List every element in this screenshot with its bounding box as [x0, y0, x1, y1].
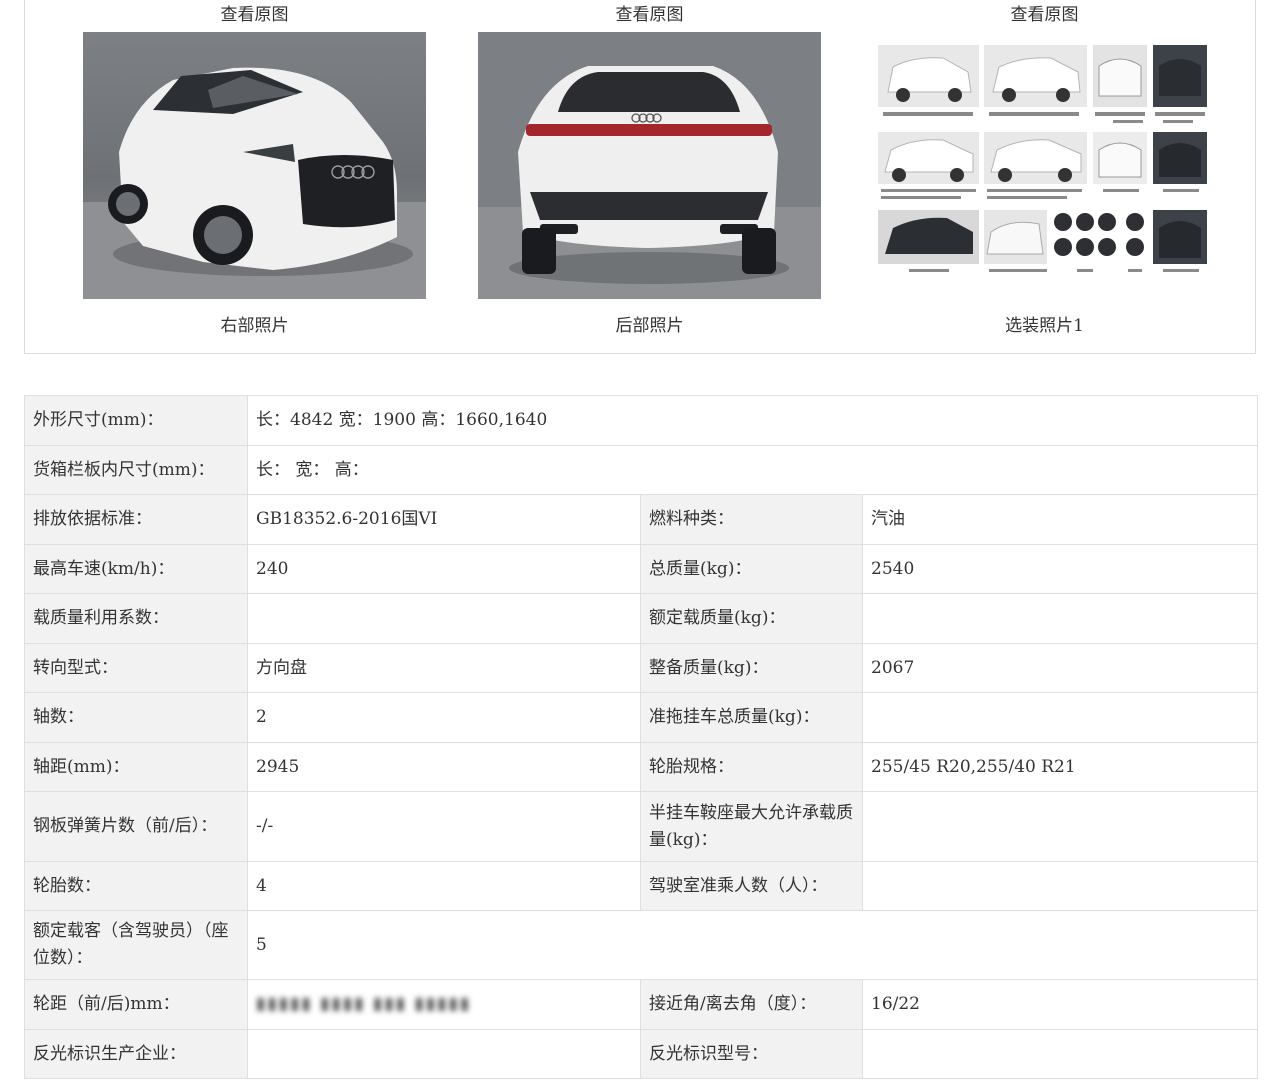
spec-table: 外形尺寸(mm)： 长：4842 宽：1900 高：1660,1640 货箱栏板…	[24, 395, 1259, 1079]
spec-row: 排放依据标准： GB18352.6-2016国VI 燃料种类： 汽油	[24, 494, 1259, 545]
spec-label: 接近角/离去角（度）：	[640, 979, 863, 1030]
spec-label: 额定载质量(kg)：	[640, 593, 863, 644]
optional-photos-collage[interactable]	[873, 32, 1216, 299]
spec-row-cargo-box: 货箱栏板内尺寸(mm)： 长： 宽： 高：	[24, 445, 1259, 495]
photo-column-optional: 查看原图 选装照片1	[873, 0, 1216, 338]
spec-label: 整备质量(kg)：	[640, 643, 863, 693]
spec-label: 轮距（前/后)mm：	[24, 979, 248, 1030]
spec-value	[247, 593, 641, 644]
spec-value: 2945	[247, 742, 641, 792]
photo-caption: 右部照片	[220, 316, 289, 336]
spec-label: 转向型式：	[24, 643, 248, 693]
spec-value	[861, 861, 1259, 911]
spec-value	[861, 593, 1259, 644]
spec-value: 4	[247, 861, 641, 911]
spec-label: 货箱栏板内尺寸(mm)：	[24, 445, 248, 495]
spec-value: 2540	[861, 544, 1259, 594]
spec-row-seats: 额定载客（含驾驶员）（座位数）： 5	[24, 910, 1259, 980]
spec-label: 轮胎数：	[24, 861, 248, 911]
view-original-link[interactable]: 查看原图	[478, 0, 821, 30]
spec-value	[861, 791, 1259, 862]
spec-label: 反光标识生产企业：	[24, 1029, 248, 1079]
spec-label: 总质量(kg)：	[640, 544, 863, 594]
photo-gallery: 查看原图 右部照片 查看原图 后部照片 查看原图 选装照片1	[24, 0, 1256, 354]
spec-value: 长： 宽： 高：	[246, 445, 1259, 495]
spec-label: 驾驶室准乘人数（人）：	[640, 861, 863, 911]
blurred-text: ▮▮▮▮▮ ▮▮▮▮ ▮▮▮ ▮▮▮▮▮	[256, 994, 472, 1014]
photo-column-right: 查看原图 右部照片	[83, 0, 426, 338]
view-original-link[interactable]: 查看原图	[873, 0, 1216, 30]
spec-label: 轮胎规格：	[640, 742, 863, 792]
spec-row: 载质量利用系数： 额定载质量(kg)：	[24, 593, 1259, 644]
photo-caption: 后部照片	[615, 316, 684, 336]
view-original-link[interactable]: 查看原图	[83, 0, 426, 30]
spec-label: 半挂车鞍座最大允许承载质量(kg)：	[640, 791, 863, 862]
spec-value	[861, 1029, 1259, 1079]
spec-row: 转向型式： 方向盘 整备质量(kg)： 2067	[24, 643, 1259, 693]
spec-row: 轮距（前/后)mm： ▮▮▮▮▮ ▮▮▮▮ ▮▮▮ ▮▮▮▮▮ 接近角/离去角（…	[24, 979, 1259, 1030]
spec-row: 轴数： 2 准拖挂车总质量(kg)：	[24, 692, 1259, 743]
spec-row-dimensions: 外形尺寸(mm)： 长：4842 宽：1900 高：1660,1640	[24, 395, 1259, 446]
spec-value: GB18352.6-2016国VI	[247, 494, 641, 545]
photo-caption: 选装照片1	[1005, 316, 1084, 336]
spec-label: 排放依据标准：	[24, 494, 248, 545]
spec-row: 钢板弹簧片数（前/后）： -/- 半挂车鞍座最大允许承载质量(kg)：	[24, 791, 1259, 862]
spec-label: 最高车速(km/h)：	[24, 544, 248, 594]
spec-value: 方向盘	[247, 643, 641, 693]
photo-column-rear: 查看原图 后部照片	[478, 0, 821, 338]
spec-label: 额定载客（含驾驶员）（座位数）：	[24, 910, 248, 980]
spec-label: 载质量利用系数：	[24, 593, 248, 644]
spec-value	[247, 1029, 641, 1079]
spec-label: 外形尺寸(mm)：	[24, 395, 248, 446]
spec-value	[861, 692, 1259, 743]
spec-label: 轴距(mm)：	[24, 742, 248, 792]
car-right-photo[interactable]	[83, 32, 426, 299]
spec-label: 反光标识型号：	[640, 1029, 863, 1079]
spec-label: 燃料种类：	[640, 494, 863, 545]
spec-label: 准拖挂车总质量(kg)：	[640, 692, 863, 743]
spec-row: 反光标识生产企业： 反光标识型号：	[24, 1029, 1259, 1079]
spec-row: 轮胎数： 4 驾驶室准乘人数（人）：	[24, 861, 1259, 911]
spec-row: 最高车速(km/h)： 240 总质量(kg)： 2540	[24, 544, 1259, 594]
spec-row: 轴距(mm)： 2945 轮胎规格： 255/45 R20,255/40 R21	[24, 742, 1259, 792]
spec-value: 2067	[861, 643, 1259, 693]
spec-value: 长：4842 宽：1900 高：1660,1640	[246, 395, 1259, 446]
spec-value-blurred: ▮▮▮▮▮ ▮▮▮▮ ▮▮▮ ▮▮▮▮▮	[247, 979, 641, 1030]
spec-label: 轴数：	[24, 692, 248, 743]
spec-label: 钢板弹簧片数（前/后）：	[24, 791, 248, 862]
spec-value: 255/45 R20,255/40 R21	[861, 742, 1259, 792]
spec-value: -/-	[247, 791, 641, 862]
spec-value: 5	[246, 910, 1259, 980]
spec-value: 汽油	[861, 494, 1259, 545]
spec-value: 240	[247, 544, 641, 594]
car-rear-photo[interactable]	[478, 32, 821, 299]
spec-value: 2	[247, 692, 641, 743]
spec-value: 16/22	[861, 979, 1259, 1030]
